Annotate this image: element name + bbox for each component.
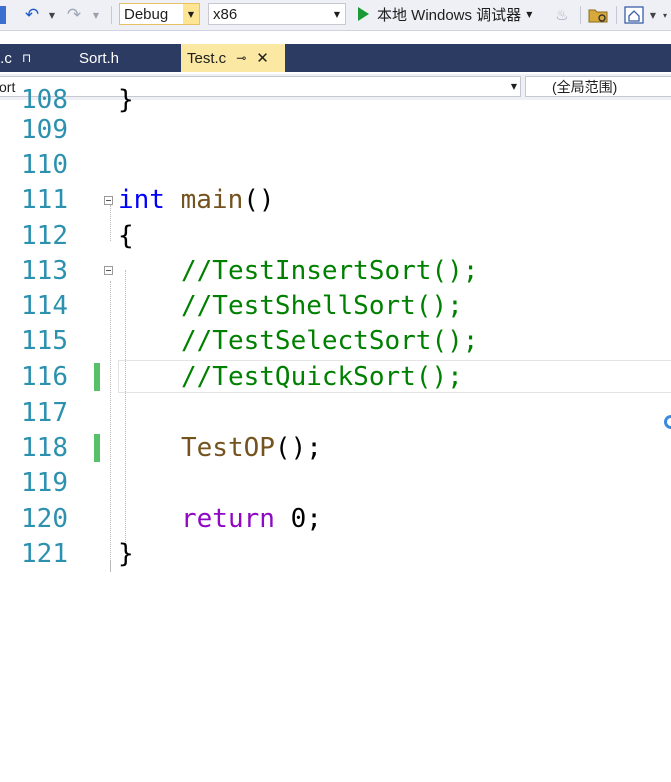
toolbar-separator	[111, 6, 112, 24]
code-line: 118 TestOP();	[0, 431, 671, 466]
fold-end	[110, 560, 111, 572]
code-editor[interactable]: 108 } 109 110 111 int main() 112 { 113 /…	[0, 85, 671, 782]
platform-value: x86	[213, 5, 238, 23]
line-number: 113	[21, 256, 68, 286]
tab-test-c[interactable]: Test.c ⊸ ✕	[181, 44, 285, 72]
code-line: 120 return 0;	[0, 502, 671, 537]
line-number: 118	[21, 433, 68, 463]
code-line: 117	[0, 396, 671, 431]
tab-label: t.c	[0, 49, 12, 67]
fold-toggle-icon[interactable]	[104, 266, 113, 275]
line-number: 120	[21, 504, 68, 534]
run-label: 本地 Windows 调试器	[377, 6, 522, 24]
punct: ;	[306, 504, 322, 534]
more-icon[interactable]: ▾	[660, 8, 670, 22]
fold-toggle-icon[interactable]	[104, 196, 113, 205]
tab-label: Test.c	[187, 49, 227, 67]
code-line: 116 //TestQuickSort();	[0, 360, 671, 395]
config-select[interactable]: Debug ▼	[119, 3, 200, 25]
code-text: TestOP();	[181, 431, 322, 466]
line-number: 116	[21, 362, 68, 392]
config-value: Debug	[124, 5, 169, 23]
code-line: 109	[0, 113, 671, 148]
line-number: 109	[21, 115, 68, 145]
undo-dropdown-icon[interactable]: ▼	[47, 8, 57, 22]
code-line: 111 int main()	[0, 183, 671, 218]
play-icon	[358, 7, 369, 21]
close-icon[interactable]: ✕	[256, 49, 269, 67]
loading-icon	[664, 415, 671, 429]
code-text: return 0;	[181, 502, 322, 537]
code-line: 121 }	[0, 537, 671, 572]
toolbar-edge	[0, 6, 6, 24]
line-number: 115	[21, 326, 68, 356]
document-tab-bar: t.c ⊓ Sort.h Test.c ⊸ ✕ 19605992671741	[0, 44, 671, 115]
flame-icon[interactable]: ♨	[553, 4, 571, 26]
line-number: 119	[21, 468, 68, 498]
function-name: TestOP	[181, 433, 275, 463]
folder-icon[interactable]	[587, 4, 609, 26]
tab-label: Sort.h	[79, 49, 120, 67]
line-number: 110	[21, 150, 68, 180]
pin-icon[interactable]: ⊓	[22, 51, 31, 65]
code-text: }	[118, 539, 134, 569]
chevron-down-icon: ▼	[183, 4, 199, 24]
line-number: 114	[21, 291, 68, 321]
comment: //TestSelectSort();	[181, 326, 479, 356]
code-line: 115 //TestSelectSort();	[0, 324, 671, 359]
toolbar-separator	[616, 6, 617, 24]
chevron-down-icon: ▼	[333, 9, 341, 19]
code-line: 113 //TestInsertSort();	[0, 254, 671, 289]
line-number: 117	[21, 398, 68, 428]
pin-icon[interactable]: ⊸	[236, 51, 246, 65]
toolbar: ↶ ▼ ↷ ▼ Debug ▼ x86 ▼ 本地 Windows 调试器 ▼ ♨…	[0, 0, 671, 31]
line-number: 121	[21, 539, 68, 569]
undo-icon[interactable]: ↶	[22, 4, 42, 26]
code-text: int main()	[118, 183, 275, 218]
home-icon[interactable]	[623, 4, 645, 26]
platform-select[interactable]: x86 ▼	[208, 3, 346, 25]
comment: //TestShellSort();	[181, 291, 463, 321]
code-line: 112 {	[0, 219, 671, 254]
change-marker	[94, 363, 100, 391]
punct: ();	[274, 433, 322, 463]
keyword: return	[181, 504, 275, 534]
change-marker	[94, 434, 100, 462]
start-debugger-button[interactable]: 本地 Windows 调试器 ▼	[354, 3, 532, 25]
function-name: main	[180, 185, 244, 215]
keyword: int	[118, 185, 165, 215]
code-line: 114 //TestShellSort();	[0, 289, 671, 324]
code-line: 119	[0, 466, 671, 501]
chevron-down-icon[interactable]: ▼	[526, 10, 532, 19]
comment: //TestQuickSort();	[181, 362, 463, 392]
redo-icon[interactable]: ↷	[64, 4, 84, 26]
comment: //TestInsertSort();	[181, 256, 479, 286]
code-line: 110	[0, 148, 671, 183]
punct: ()	[243, 185, 275, 215]
redo-dropdown-icon[interactable]: ▼	[91, 8, 101, 22]
number: 0	[290, 504, 307, 534]
line-number: 111	[21, 185, 68, 215]
tab-partial[interactable]: t.c ⊓	[0, 44, 68, 72]
home-dropdown-icon[interactable]: ▼	[648, 8, 658, 22]
tab-sort-h[interactable]: Sort.h	[79, 44, 175, 72]
toolbar-separator	[580, 6, 581, 24]
code-text: {	[118, 221, 134, 251]
line-number: 112	[21, 221, 68, 251]
